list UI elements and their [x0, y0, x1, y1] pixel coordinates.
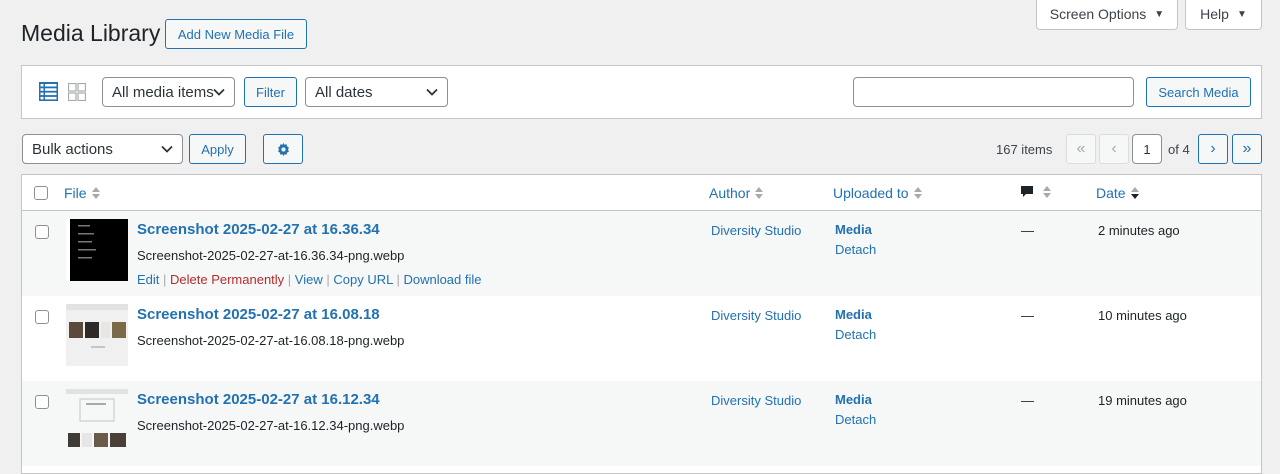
table-row: Screenshot 2025-02-27 at 16.12.34 Screen…: [22, 381, 1261, 466]
gear-button[interactable]: [263, 134, 303, 164]
sort-desc-icon: [1130, 186, 1139, 200]
copy-url-link[interactable]: Copy URL: [333, 272, 392, 287]
caret-down-icon: ▼: [1154, 8, 1165, 20]
grid-view-icon[interactable]: [67, 82, 87, 102]
media-type-select[interactable]: All media items: [102, 77, 235, 107]
help-label: Help: [1200, 6, 1229, 22]
table-header: File Author Uploaded to Date: [22, 175, 1261, 211]
media-filename: Screenshot-2025-02-27-at-16.08.18-png.we…: [137, 333, 405, 348]
chevron-down-icon: [213, 84, 225, 101]
detach-link[interactable]: Detach: [835, 242, 876, 257]
column-uploaded-to[interactable]: Uploaded to: [833, 185, 922, 201]
prev-page-button[interactable]: ‹: [1099, 134, 1129, 164]
list-view-icon[interactable]: [39, 82, 58, 101]
caret-down-icon: ▼: [1236, 8, 1247, 20]
comments-count: —: [1021, 393, 1034, 408]
media-filter-bar: All media items Filter All dates Search …: [21, 65, 1262, 119]
thumbnail-image[interactable]: [66, 304, 128, 366]
current-page-input[interactable]: [1132, 134, 1162, 164]
upload-date: 10 minutes ago: [1098, 308, 1187, 323]
dates-select[interactable]: All dates: [305, 77, 448, 107]
bulk-actions-select[interactable]: Bulk actions: [22, 134, 183, 164]
dates-value: All dates: [315, 83, 373, 101]
column-author[interactable]: Author: [709, 185, 764, 201]
uploaded-to-link[interactable]: Media: [835, 392, 872, 407]
edit-link[interactable]: Edit: [137, 272, 159, 287]
column-uploaded-to-label: Uploaded to: [833, 185, 909, 201]
column-file[interactable]: File: [64, 185, 100, 201]
media-type-value: All media items: [112, 83, 214, 101]
column-comments[interactable]: [1020, 185, 1051, 199]
table-row: Screenshot 2025-02-27 at 16.08.18 Screen…: [22, 296, 1261, 381]
row-checkbox[interactable]: [35, 310, 49, 324]
gear-icon: [277, 142, 290, 156]
filter-button[interactable]: Filter: [244, 77, 297, 107]
view-link[interactable]: View: [295, 272, 323, 287]
author-link[interactable]: Diversity Studio: [711, 308, 801, 323]
apply-button[interactable]: Apply: [189, 134, 246, 164]
author-link[interactable]: Diversity Studio: [711, 223, 801, 238]
column-file-label: File: [64, 185, 87, 201]
first-page-button[interactable]: «: [1066, 134, 1096, 164]
author-link[interactable]: Diversity Studio: [711, 393, 801, 408]
media-table: File Author Uploaded to Date Screenshot …: [21, 174, 1262, 474]
upload-date: 2 minutes ago: [1098, 223, 1180, 238]
sort-icon: [913, 186, 922, 200]
media-title-link[interactable]: Screenshot 2025-02-27 at 16.36.34: [137, 221, 380, 238]
thumbnail-image[interactable]: [66, 219, 128, 281]
delete-permanently-link[interactable]: Delete Permanently: [170, 272, 284, 287]
search-media-input[interactable]: [853, 77, 1134, 107]
uploaded-to-link[interactable]: Media: [835, 222, 872, 237]
sort-icon: [91, 186, 100, 200]
search-media-button[interactable]: Search Media: [1146, 77, 1251, 107]
comment-icon: [1020, 185, 1034, 199]
upload-date: 19 minutes ago: [1098, 393, 1187, 408]
screen-options-tab[interactable]: Screen Options ▼: [1036, 0, 1178, 30]
media-title-link[interactable]: Screenshot 2025-02-27 at 16.12.34: [137, 391, 380, 408]
column-date[interactable]: Date: [1096, 185, 1139, 201]
chevron-down-icon: [426, 84, 438, 101]
screen-options-label: Screen Options: [1049, 6, 1147, 22]
download-file-link[interactable]: Download file: [403, 272, 481, 287]
detach-link[interactable]: Detach: [835, 327, 876, 342]
sort-icon: [1043, 185, 1051, 199]
media-title-link[interactable]: Screenshot 2025-02-27 at 16.08.18: [137, 306, 380, 323]
chevron-down-icon: [161, 141, 173, 158]
media-filename: Screenshot-2025-02-27-at-16.12.34-png.we…: [137, 418, 405, 433]
row-checkbox[interactable]: [35, 395, 49, 409]
bulk-actions-value: Bulk actions: [32, 140, 113, 158]
comments-count: —: [1021, 308, 1034, 323]
comments-count: —: [1021, 223, 1034, 238]
total-pages: of 4: [1168, 142, 1190, 157]
column-date-label: Date: [1096, 185, 1126, 201]
next-page-button[interactable]: ›: [1198, 134, 1228, 164]
last-page-button[interactable]: »: [1232, 134, 1262, 164]
add-new-media-button[interactable]: Add New Media File: [165, 19, 307, 49]
table-row: Screenshot 2025-02-27 at 16.36.34 Screen…: [22, 211, 1261, 296]
select-all-checkbox[interactable]: [34, 186, 48, 200]
sort-icon: [755, 186, 764, 200]
uploaded-to-link[interactable]: Media: [835, 307, 872, 322]
row-checkbox[interactable]: [35, 225, 49, 239]
thumbnail-image[interactable]: [66, 389, 128, 451]
row-actions: Edit | Delete Permanently | View | Copy …: [137, 272, 482, 287]
page-title: Media Library: [21, 20, 161, 46]
media-filename: Screenshot-2025-02-27-at-16.36.34-png.we…: [137, 248, 405, 263]
items-count: 167 items: [996, 142, 1053, 157]
column-author-label: Author: [709, 185, 751, 201]
help-tab[interactable]: Help ▼: [1185, 0, 1262, 30]
detach-link[interactable]: Detach: [835, 412, 876, 427]
